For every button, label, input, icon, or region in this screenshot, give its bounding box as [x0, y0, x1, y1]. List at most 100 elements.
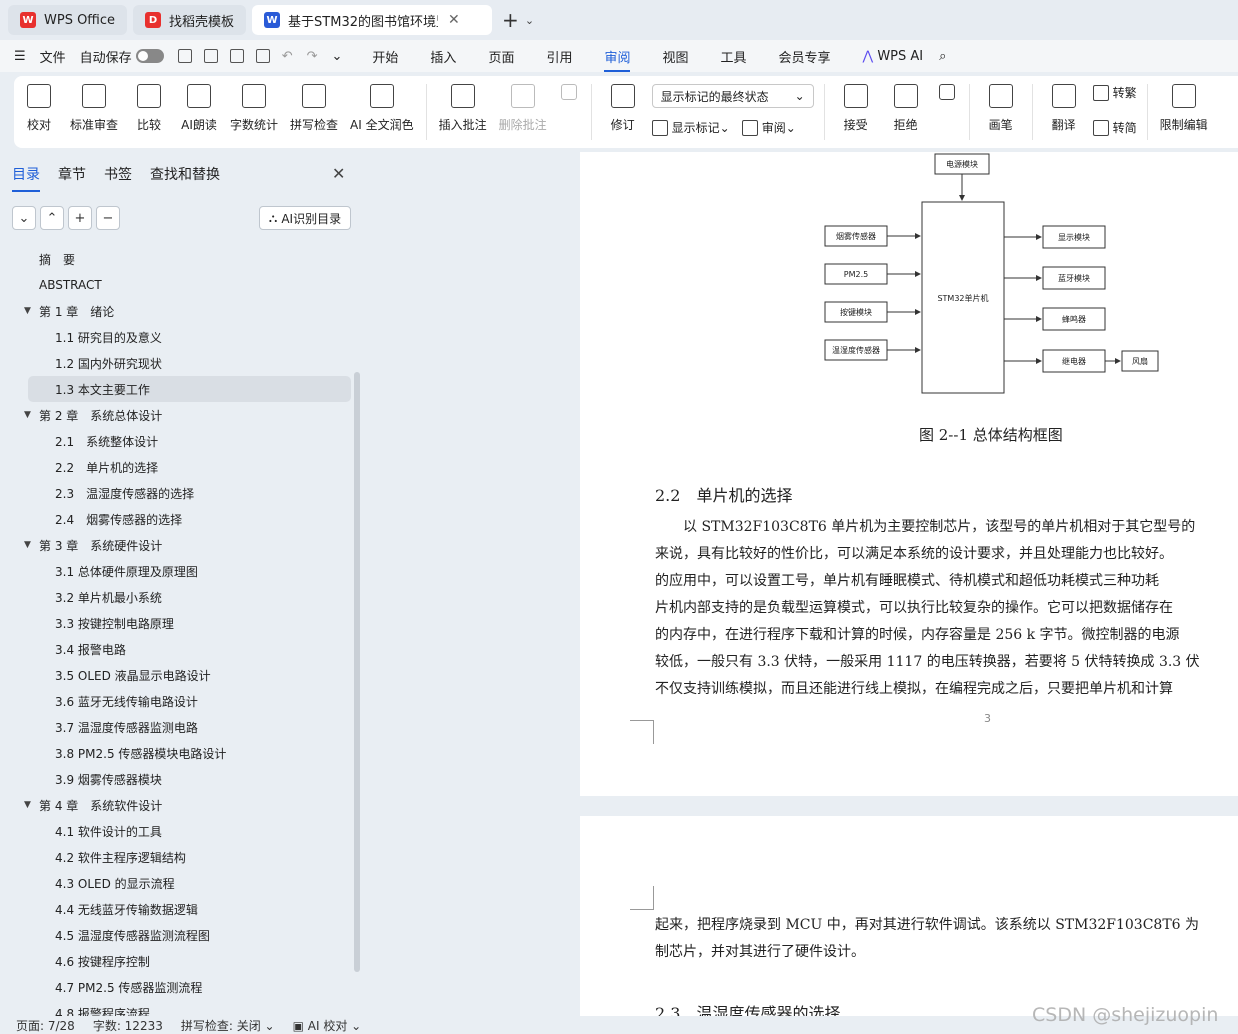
page-indicator[interactable]: 页面: 7/28 [16, 1017, 75, 1034]
reject-button[interactable]: 拒绝 [887, 84, 925, 133]
insert-comment-button[interactable]: 插入批注 [439, 84, 487, 133]
accept-button[interactable]: 接受 [837, 84, 875, 133]
toc-item[interactable]: 3.9 烟雾传感器模块 [0, 766, 352, 792]
toc-item[interactable]: 2.4 烟雾传感器的选择 [0, 506, 352, 532]
format-painter-icon[interactable] [203, 49, 218, 63]
toc-item[interactable]: 4.4 无线蓝牙传输数据逻辑 [0, 896, 352, 922]
toc-item[interactable]: ▼ 第 2 章 系统总体设计 [0, 402, 352, 428]
magic-wand-icon [369, 84, 394, 108]
tab-references[interactable]: 引用 [546, 41, 572, 72]
toc-item[interactable]: 摘 要 [0, 246, 352, 272]
hamburger-icon[interactable]: ☰ [14, 49, 26, 64]
toc-item[interactable]: 1.1 研究目的及意义 [0, 324, 352, 350]
pen-button[interactable]: 画笔 [982, 84, 1020, 133]
toc-item[interactable]: 1.3 本文主要工作 [28, 376, 351, 402]
toc-item[interactable]: 3.7 温湿度传感器监测电路 [0, 714, 352, 740]
expand-caret-icon[interactable]: ▼ [24, 410, 39, 420]
tab-insert[interactable]: 插入 [430, 41, 456, 72]
expand-caret-icon[interactable]: ▼ [24, 540, 39, 550]
tab-home[interactable]: 开始 [372, 41, 398, 72]
word-count-button[interactable]: 字数统计 [230, 84, 278, 133]
text-line: 以 STM32F103C8T6 单片机为主要控制芯片，该型号的单片机相对于其它型… [655, 519, 1196, 535]
pane-scrollbar[interactable] [354, 372, 360, 972]
chevron-down-icon[interactable]: ⌄ [525, 14, 534, 27]
spell-check-indicator[interactable]: 拼写检查: 关闭 ⌄ [181, 1017, 275, 1034]
pane-tab-find-replace[interactable]: 查找和替换 [150, 164, 220, 192]
tab-wps-ai[interactable]: ⋀ WPS AI [863, 43, 924, 70]
toc-item[interactable]: 2.2 单片机的选择 [0, 454, 352, 480]
toc-item[interactable]: 4.2 软件主程序逻辑结构 [0, 844, 352, 870]
toc-item[interactable]: 4.7 PM2.5 传感器监测流程 [0, 974, 352, 1000]
review-pane-button[interactable]: 审阅 ⌄ [741, 119, 796, 136]
print-preview-icon[interactable] [255, 49, 270, 63]
add-icon[interactable]: + [68, 206, 92, 230]
tab-view[interactable]: 视图 [662, 41, 688, 72]
tab-wps-office[interactable]: W WPS Office [8, 5, 128, 35]
toc-item[interactable]: 3.4 报警电路 [0, 636, 352, 662]
standard-review-button[interactable]: 标准审查 [70, 84, 118, 133]
margin-corner-mark [630, 720, 654, 744]
delete-comment-button[interactable]: 删除批注 [499, 84, 547, 133]
close-icon[interactable]: ✕ [332, 164, 345, 183]
word-count-indicator[interactable]: 字数: 12233 [93, 1017, 163, 1034]
tab-member[interactable]: 会员专享 [779, 41, 831, 72]
toc-item[interactable]: 3.2 单片机最小系统 [0, 584, 352, 610]
tab-page[interactable]: 页面 [488, 41, 514, 72]
toc-item[interactable]: 3.8 PM2.5 传感器模块电路设计 [0, 740, 352, 766]
toc-item[interactable]: 3.5 OLED 液晶显示电路设计 [0, 662, 352, 688]
collapse-up-icon[interactable]: ⌃ [40, 206, 64, 230]
autosave-toggle[interactable] [135, 49, 164, 63]
ai-read-button[interactable]: AI朗读 [180, 84, 218, 133]
close-icon[interactable]: ✕ [448, 12, 460, 28]
expand-caret-icon[interactable]: ▼ [24, 800, 39, 810]
toc-item[interactable]: ABSTRACT [0, 272, 352, 298]
toc-item[interactable]: 4.3 OLED 的显示流程 [0, 870, 352, 896]
ai-polish-button[interactable]: AI 全文润色 [350, 84, 414, 133]
translate-button[interactable]: 翻译 [1045, 84, 1083, 133]
ai-toc-button[interactable]: ⛬ AI识别目录 [259, 206, 351, 230]
toc-item[interactable]: 3.1 总体硬件原理及原理图 [0, 558, 352, 584]
spell-check-button[interactable]: 拼写检查 [290, 84, 338, 133]
restrict-edit-button[interactable]: 限制编辑 [1160, 84, 1208, 133]
markup-state-select[interactable]: 显示标记的最终状态 ⌄ [651, 84, 814, 108]
tab-review[interactable]: 审阅 [604, 41, 631, 72]
comment-nav-button[interactable] [559, 84, 579, 108]
ai-check-indicator[interactable]: ▣ AI 校对 ⌄ [293, 1017, 362, 1034]
pane-tab-toc[interactable]: 目录 [12, 164, 40, 192]
redo-icon[interactable]: ↷ [307, 49, 318, 64]
pane-tab-sections[interactable]: 章节 [58, 164, 86, 192]
toc-item-label: 3.6 蓝牙无线传输电路设计 [55, 694, 198, 709]
toc-item[interactable]: 2.1 系统整体设计 [0, 428, 352, 454]
change-nav-button[interactable] [937, 84, 957, 108]
expand-down-icon[interactable]: ⌄ [12, 206, 36, 230]
more-chevron-icon[interactable]: ⌄ [332, 49, 343, 64]
show-markup-button[interactable]: 显示标记 ⌄ [651, 119, 730, 136]
toc-item[interactable]: 4.6 按键程序控制 [0, 948, 352, 974]
toc-item[interactable]: 1.2 国内外研究现状 [0, 350, 352, 376]
toc-item[interactable]: 4.1 软件设计的工具 [0, 818, 352, 844]
compare-button[interactable]: 比较 [130, 84, 168, 133]
toc-item[interactable]: 4.5 温湿度传感器监测流程图 [0, 922, 352, 948]
to-traditional-button[interactable]: 转繁 [1092, 84, 1137, 101]
tab-current-document[interactable]: W 基于STM32的图书馆环境监 ✕ [252, 5, 493, 35]
expand-caret-icon[interactable]: ▼ [24, 306, 39, 316]
toc-item[interactable]: ▼ 第 4 章 系统软件设计 [0, 792, 352, 818]
new-tab-button[interactable]: + [502, 8, 519, 32]
toc-item[interactable]: 3.3 按键控制电路原理 [0, 610, 352, 636]
to-simplified-button[interactable]: 转简 [1092, 119, 1137, 136]
print-icon[interactable] [229, 49, 244, 63]
file-menu[interactable]: 文件 [40, 47, 66, 66]
tab-docer-templates[interactable]: D 找稻壳模板 [133, 5, 247, 35]
toc-item[interactable]: ▼ 第 1 章 绪论 [0, 298, 352, 324]
save-icon[interactable] [177, 49, 192, 63]
toc-item[interactable]: 3.6 蓝牙无线传输电路设计 [0, 688, 352, 714]
revise-button[interactable]: 修订 [604, 84, 642, 133]
remove-icon[interactable]: − [96, 206, 120, 230]
proofread-button[interactable]: 校对 [20, 84, 58, 133]
toc-item[interactable]: 2.3 温湿度传感器的选择 [0, 480, 352, 506]
pane-tab-bookmarks[interactable]: 书签 [104, 164, 132, 192]
undo-icon[interactable]: ↶ [282, 49, 293, 64]
toc-item[interactable]: ▼ 第 3 章 系统硬件设计 [0, 532, 352, 558]
tab-tools[interactable]: 工具 [721, 41, 747, 72]
search-icon[interactable]: ⌕ [939, 49, 946, 64]
